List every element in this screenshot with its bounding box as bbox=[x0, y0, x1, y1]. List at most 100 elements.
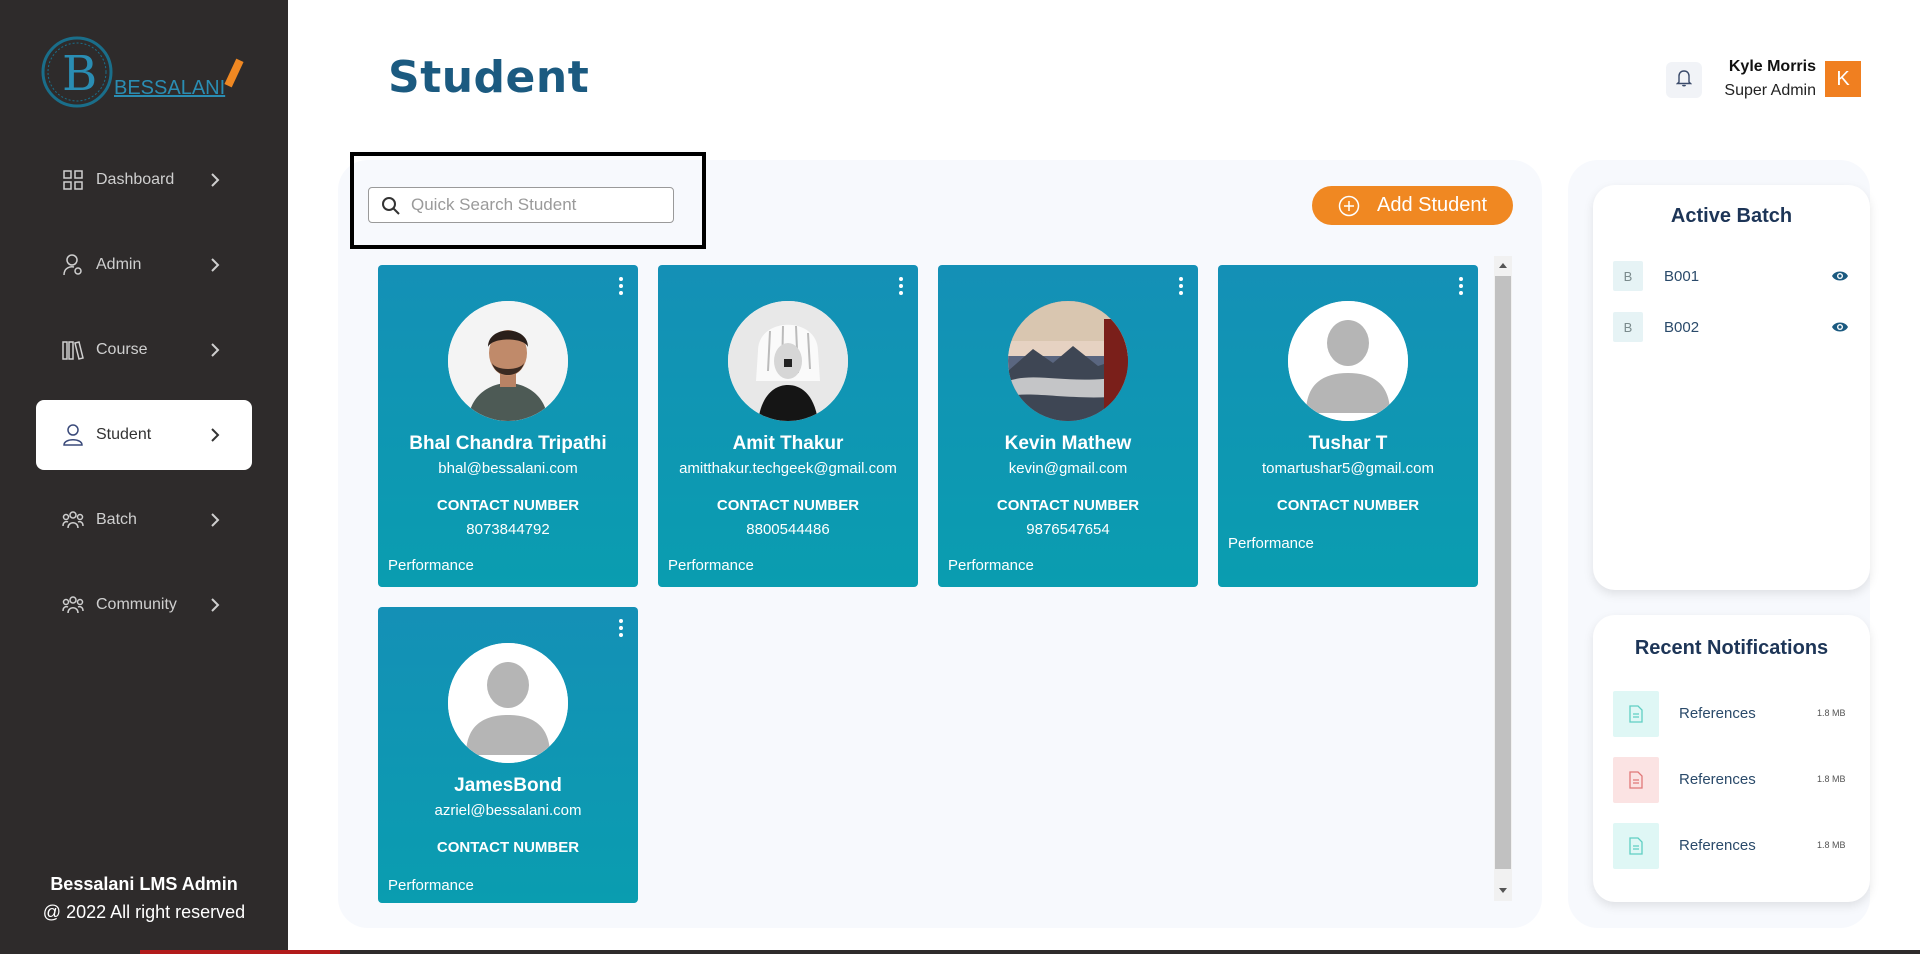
footer-title: Bessalani LMS Admin bbox=[50, 874, 238, 894]
admin-user-icon bbox=[62, 254, 84, 276]
performance-link[interactable]: Performance bbox=[948, 557, 1034, 574]
app: B BESSALANI Dashboard Admin Course Stude… bbox=[0, 0, 1920, 954]
student-name: Amit Thakur bbox=[732, 433, 844, 454]
sidebar-item-label: Community bbox=[96, 596, 177, 613]
student-email: bhal@bessalani.com bbox=[438, 460, 578, 477]
community-icon bbox=[62, 594, 84, 616]
student-photo bbox=[448, 301, 568, 421]
notification-item[interactable]: References 1.8 MB bbox=[1613, 691, 1853, 737]
batch-badge: B bbox=[1613, 312, 1643, 342]
bell-icon bbox=[1675, 69, 1693, 92]
batch-badge: B bbox=[1613, 261, 1643, 291]
active-batch-card: Active Batch B B001 B B002 bbox=[1593, 185, 1870, 590]
search-box[interactable] bbox=[368, 187, 674, 223]
chevron-right-icon bbox=[208, 596, 222, 614]
scrollbar-thumb[interactable] bbox=[1495, 276, 1511, 869]
scroll-up-arrow-icon[interactable] bbox=[1496, 258, 1510, 272]
student-name: Tushar T bbox=[1308, 433, 1388, 454]
student-card[interactable]: Amit Thakur amitthakur.techgeek@gmail.co… bbox=[658, 265, 918, 587]
kebab-menu-icon[interactable] bbox=[618, 619, 624, 637]
scroll-down-arrow-icon[interactable] bbox=[1496, 883, 1510, 897]
user-role: Super Admin bbox=[1724, 82, 1816, 99]
active-batch-title: Active Batch bbox=[1670, 205, 1793, 227]
performance-link[interactable]: Performance bbox=[388, 557, 474, 574]
user-icon bbox=[62, 424, 84, 446]
add-student-label: Add Student bbox=[1377, 194, 1488, 216]
sidebar-item-community[interactable]: Community bbox=[36, 570, 252, 640]
notification-item[interactable]: References 1.8 MB bbox=[1613, 823, 1853, 869]
student-email: amitthakur.techgeek@gmail.com bbox=[679, 460, 897, 477]
svg-text:B: B bbox=[62, 46, 97, 102]
document-icon bbox=[1613, 823, 1659, 869]
chevron-right-icon bbox=[208, 341, 222, 359]
bottom-accent bbox=[140, 950, 340, 954]
default-avatar-icon bbox=[448, 643, 568, 763]
kebab-menu-icon[interactable] bbox=[898, 277, 904, 295]
sidebar-item-course[interactable]: Course bbox=[36, 315, 252, 385]
eye-icon[interactable] bbox=[1831, 269, 1849, 283]
student-photo bbox=[728, 301, 848, 421]
add-student-button[interactable]: Add Student bbox=[1312, 186, 1513, 225]
kebab-menu-icon[interactable] bbox=[1458, 277, 1464, 295]
user-name: Kyle Morris bbox=[1728, 58, 1816, 75]
sidebar-item-label: Admin bbox=[96, 256, 142, 273]
notification-bell-button[interactable] bbox=[1666, 62, 1702, 98]
kebab-menu-icon[interactable] bbox=[1178, 277, 1184, 295]
sidebar-nav: Dashboard Admin Course Student Batch Com… bbox=[36, 145, 252, 655]
performance-link[interactable]: Performance bbox=[388, 877, 474, 894]
svg-text:BESSALANI: BESSALANI bbox=[114, 77, 225, 99]
batch-row[interactable]: B B002 bbox=[1613, 312, 1853, 342]
sidebar-item-batch[interactable]: Batch bbox=[36, 485, 252, 555]
chevron-right-icon bbox=[208, 511, 222, 529]
contact-number-label: CONTACT NUMBER bbox=[996, 497, 1140, 514]
footer-copyright: @ 2022 All right reserved bbox=[42, 902, 246, 922]
eye-icon[interactable] bbox=[1831, 320, 1849, 334]
document-icon bbox=[1613, 691, 1659, 737]
batch-row[interactable]: B B001 bbox=[1613, 261, 1853, 291]
student-name: Kevin Mathew bbox=[1004, 433, 1132, 454]
notification-text: References bbox=[1679, 837, 1756, 854]
sidebar-item-label: Course bbox=[96, 341, 148, 358]
sidebar-item-label: Dashboard bbox=[96, 171, 175, 188]
chevron-right-icon bbox=[208, 171, 222, 189]
chevron-right-icon bbox=[208, 426, 222, 444]
kebab-menu-icon[interactable] bbox=[618, 277, 624, 295]
sidebar-item-admin[interactable]: Admin bbox=[36, 230, 252, 300]
contact-number-value: 8073844792 bbox=[466, 521, 550, 538]
student-card[interactable]: Tushar T tomartushar5@gmail.com CONTACT … bbox=[1218, 265, 1478, 587]
performance-link[interactable]: Performance bbox=[1228, 535, 1314, 552]
bessalani-logo[interactable]: B BESSALANI bbox=[40, 34, 250, 114]
sidebar-item-dashboard[interactable]: Dashboard bbox=[36, 145, 252, 215]
document-icon bbox=[1613, 757, 1659, 803]
search-icon bbox=[381, 196, 401, 216]
contact-number-value: 9876547654 bbox=[1026, 521, 1110, 538]
search-input[interactable] bbox=[411, 190, 666, 220]
notification-size: 1.8 MB bbox=[1817, 840, 1846, 850]
sidebar-item-label: Batch bbox=[96, 511, 137, 528]
notification-item[interactable]: References 1.8 MB bbox=[1613, 757, 1853, 803]
contact-number-label: CONTACT NUMBER bbox=[716, 497, 860, 514]
student-name: JamesBond bbox=[454, 775, 562, 796]
avatar[interactable]: K bbox=[1825, 61, 1861, 97]
recent-notifications-card: Recent Notifications References 1.8 MB R… bbox=[1593, 615, 1870, 902]
student-name: Bhal Chandra Tripathi bbox=[409, 433, 607, 454]
bottom-edge bbox=[288, 950, 1920, 954]
contact-number-value: 8800544486 bbox=[746, 521, 830, 538]
performance-link[interactable]: Performance bbox=[668, 557, 754, 574]
student-email: tomartushar5@gmail.com bbox=[1262, 460, 1434, 477]
student-card[interactable]: Kevin Mathew kevin@gmail.com CONTACT NUM… bbox=[938, 265, 1198, 587]
contact-number-label: CONTACT NUMBER bbox=[436, 839, 580, 856]
student-card[interactable]: Bhal Chandra Tripathi bhal@bessalani.com… bbox=[378, 265, 638, 587]
student-card[interactable]: JamesBond azriel@bessalani.com CONTACT N… bbox=[378, 607, 638, 903]
batch-name: B002 bbox=[1664, 319, 1700, 336]
sidebar-item-student[interactable]: Student bbox=[36, 400, 252, 470]
default-avatar-icon bbox=[1288, 301, 1408, 421]
notification-size: 1.8 MB bbox=[1817, 774, 1846, 784]
notification-text: References bbox=[1679, 771, 1756, 788]
student-email: azriel@bessalani.com bbox=[434, 802, 582, 819]
sidebar-item-label: Student bbox=[96, 426, 152, 443]
group-icon bbox=[62, 509, 84, 531]
books-icon bbox=[62, 339, 84, 361]
sidebar: B BESSALANI Dashboard Admin Course Stude… bbox=[0, 0, 288, 954]
notification-text: References bbox=[1679, 705, 1756, 722]
